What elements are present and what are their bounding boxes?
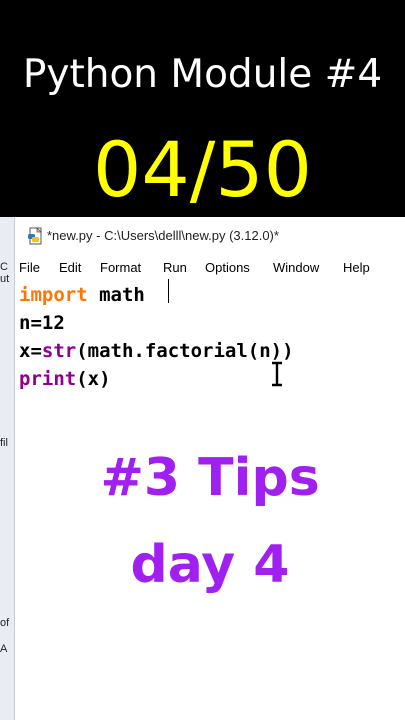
code-line-2[interactable]: n=12 xyxy=(19,309,65,337)
code-token: x= xyxy=(19,340,42,362)
background-window-strip: C ut fil of A xyxy=(0,217,15,720)
code-token: (math.factorial(n)) xyxy=(76,340,294,362)
strip-text-fragment: of xyxy=(0,617,10,629)
episode-counter: 04/50 xyxy=(92,125,313,214)
window-title: *new.py - C:\Users\delll\new.py (3.12.0)… xyxy=(47,228,279,243)
code-token: (x) xyxy=(76,368,111,390)
menu-bar: File Edit Format Run Options Window Help xyxy=(15,257,405,279)
code-token: math xyxy=(87,284,145,306)
strip-text-fragment: A xyxy=(0,643,8,655)
tip-day-label: day 4 xyxy=(130,535,290,595)
video-headline: Python Module #4 xyxy=(22,52,383,97)
menu-options[interactable]: Options xyxy=(205,260,250,275)
menu-window[interactable]: Window xyxy=(273,260,319,275)
code-token: n=12 xyxy=(19,312,65,334)
strip-text-fragment: ut xyxy=(0,273,10,285)
python-file-icon xyxy=(28,227,42,245)
menu-format[interactable]: Format xyxy=(100,260,141,275)
title-banner: Python Module #4 04/50 xyxy=(0,0,405,217)
keyword-token: import xyxy=(19,284,88,306)
strip-text-fragment: fil xyxy=(0,437,8,449)
builtin-token: print xyxy=(19,368,77,390)
menu-edit[interactable]: Edit xyxy=(59,260,81,275)
ibeam-cursor-icon xyxy=(272,361,282,387)
tip-heading: #3 Tips xyxy=(100,448,320,508)
menu-run[interactable]: Run xyxy=(163,260,187,275)
code-line-3[interactable]: x=str(math.factorial(n)) xyxy=(19,337,294,365)
builtin-token: str xyxy=(41,340,77,362)
text-caret xyxy=(168,279,169,303)
menu-help[interactable]: Help xyxy=(343,260,370,275)
window-titlebar[interactable]: *new.py - C:\Users\delll\new.py (3.12.0)… xyxy=(15,217,405,255)
menu-file[interactable]: File xyxy=(19,260,40,275)
strip-text-fragment: C xyxy=(0,261,8,273)
code-line-4[interactable]: print(x) xyxy=(19,365,111,393)
code-line-1[interactable]: import math xyxy=(19,281,145,309)
